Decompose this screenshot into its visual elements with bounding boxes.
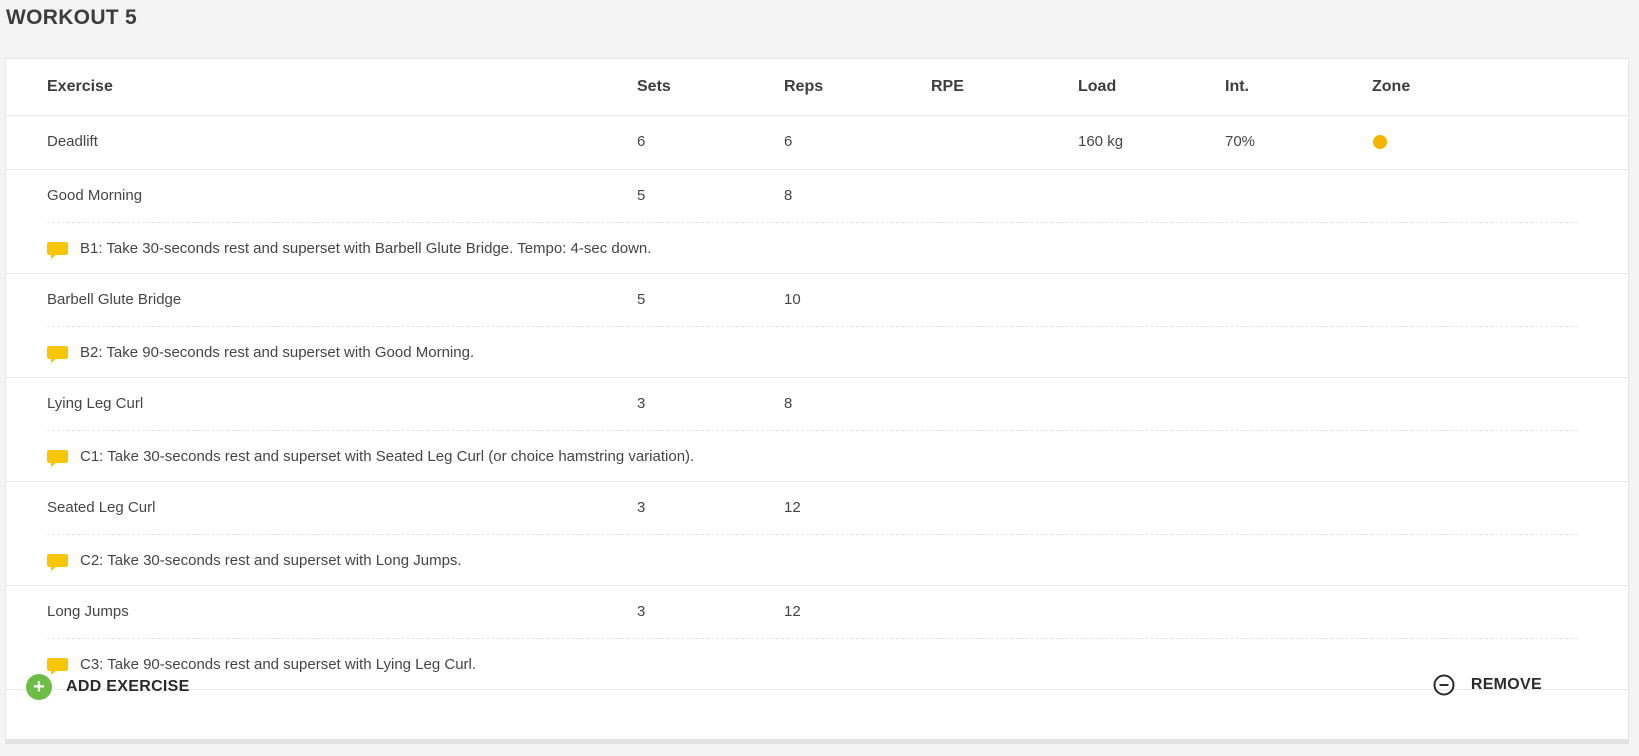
sets-value: 3 xyxy=(637,499,646,516)
note-text: C2: Take 30-seconds rest and superset wi… xyxy=(80,551,462,569)
table-row[interactable]: Good Morning 5 8 B1: Take 30-seconds res… xyxy=(6,170,1628,274)
note-text: B2: Take 90-seconds rest and superset wi… xyxy=(80,343,475,361)
plus-circle-icon[interactable]: + xyxy=(26,674,52,700)
comment-icon xyxy=(47,241,68,259)
add-exercise-label[interactable]: ADD EXERCISE xyxy=(66,678,190,696)
table-header: Exercise Sets Reps RPE Load Int. Zone xyxy=(6,59,1628,116)
header-exercise: Exercise xyxy=(47,78,113,95)
minus-circle-icon[interactable] xyxy=(1433,674,1455,696)
exercise-name[interactable]: Long Jumps xyxy=(47,586,129,638)
sets-value: 3 xyxy=(637,603,646,620)
table-row[interactable]: Lying Leg Curl 3 8 C1: Take 30-seconds r… xyxy=(6,378,1628,482)
exercise-name[interactable]: Lying Leg Curl xyxy=(47,378,143,430)
comment-icon xyxy=(47,345,68,363)
reps-value: 12 xyxy=(784,603,801,620)
reps-value: 12 xyxy=(784,499,801,516)
exercise-name[interactable]: Barbell Glute Bridge xyxy=(47,274,181,326)
zone-dot-icon xyxy=(1373,135,1387,150)
exercise-name[interactable]: Good Morning xyxy=(47,170,142,222)
header-rpe: RPE xyxy=(931,78,964,95)
load-value: 160 kg xyxy=(1078,133,1124,150)
exercise-note: C2: Take 30-seconds rest and superset wi… xyxy=(47,534,462,586)
remove-button[interactable]: REMOVE xyxy=(1433,674,1542,696)
note-text: C1: Take 30-seconds rest and superset wi… xyxy=(80,447,695,465)
exercise-note: B1: Take 30-seconds rest and superset wi… xyxy=(47,222,651,274)
comment-icon xyxy=(47,553,68,571)
reps-value: 10 xyxy=(784,291,801,308)
exercise-name[interactable]: Seated Leg Curl xyxy=(47,482,155,534)
card-footer: + ADD EXERCISE REMOVE xyxy=(6,662,1628,712)
table-row[interactable]: Deadlift 6 6 160 kg 70% xyxy=(6,116,1628,170)
reps-value: 6 xyxy=(784,133,793,150)
header-intensity: Int. xyxy=(1225,78,1249,95)
zone-cell xyxy=(1372,116,1387,168)
table-row[interactable]: Seated Leg Curl 3 12 C2: Take 30-seconds… xyxy=(6,482,1628,586)
workout-title: WORKOUT 5 xyxy=(6,6,138,29)
remove-label[interactable]: REMOVE xyxy=(1471,676,1542,694)
intensity-value: 70% xyxy=(1225,133,1256,150)
sets-value: 5 xyxy=(637,291,646,308)
exercise-note: B2: Take 90-seconds rest and superset wi… xyxy=(47,326,474,378)
sets-value: 3 xyxy=(637,395,646,412)
exercise-note: C1: Take 30-seconds rest and superset wi… xyxy=(47,430,694,482)
workout-card: Exercise Sets Reps RPE Load Int. Zone De… xyxy=(5,58,1629,744)
header-zone: Zone xyxy=(1372,78,1411,95)
add-exercise-button[interactable]: + ADD EXERCISE xyxy=(26,674,190,700)
reps-value: 8 xyxy=(784,395,793,412)
comment-icon xyxy=(47,449,68,467)
sets-value: 6 xyxy=(637,133,646,150)
header-sets: Sets xyxy=(637,78,671,95)
table-row[interactable]: Barbell Glute Bridge 5 10 B2: Take 90-se… xyxy=(6,274,1628,378)
header-reps: Reps xyxy=(784,78,824,95)
note-text: B1: Take 30-seconds rest and superset wi… xyxy=(80,239,652,257)
header-load: Load xyxy=(1078,78,1117,95)
sets-value: 5 xyxy=(637,187,646,204)
exercise-name[interactable]: Deadlift xyxy=(47,116,98,168)
reps-value: 8 xyxy=(784,187,793,204)
